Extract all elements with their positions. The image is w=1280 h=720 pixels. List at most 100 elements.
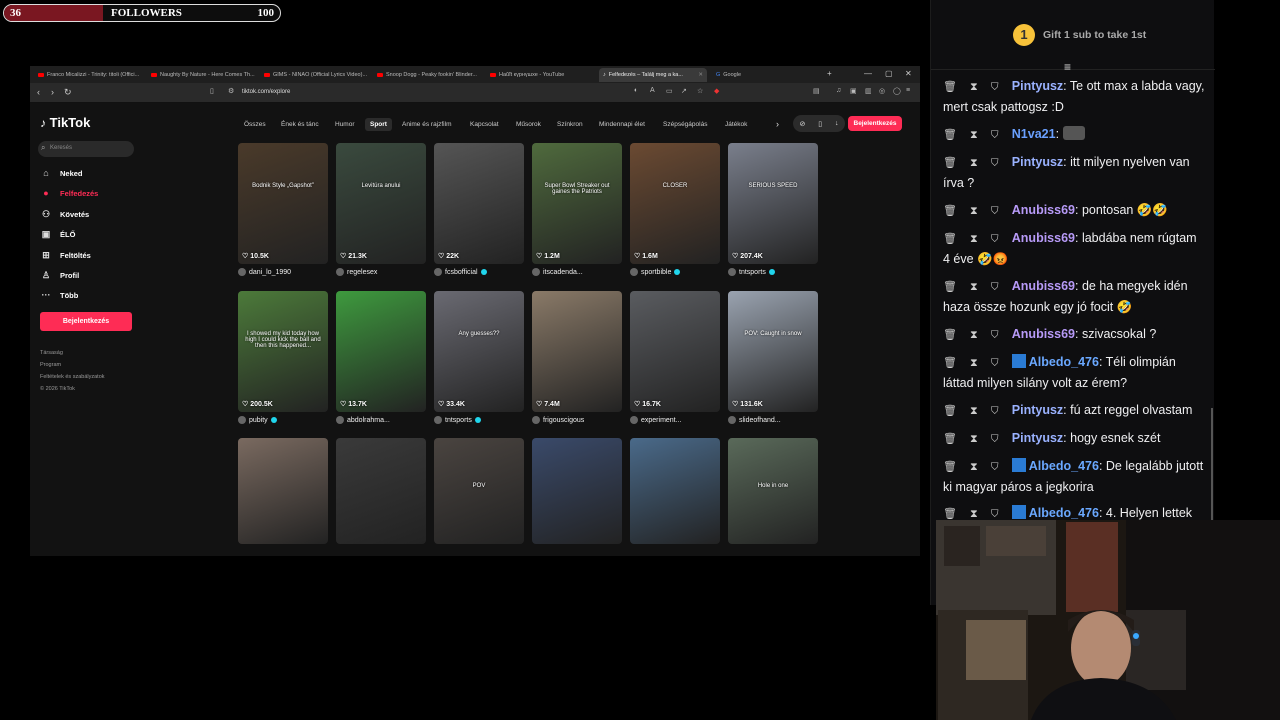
browser-tab[interactable]: GIMS - NINAO (Official Lyrics Video)... xyxy=(260,68,368,82)
mod-badges-icon[interactable]: 🗑 ⧗ ⛉ xyxy=(943,205,1012,217)
mod-badges-icon[interactable]: 🗑 ⧗ ⛉ xyxy=(943,461,1012,473)
share-icon[interactable]: ↗ xyxy=(681,87,687,95)
browser-tab[interactable]: G Google xyxy=(712,68,820,82)
video-thumbnail[interactable]: I showed my kid today how high I could k… xyxy=(238,291,328,412)
video-thumbnail[interactable]: Super Bowl Streaker out gaines the Patri… xyxy=(532,143,622,264)
browser-tab[interactable]: Naughty By Nature - Here Comes Th... xyxy=(147,68,255,82)
video-card[interactable]: ♡ 13.7K abdolrahma... xyxy=(336,291,426,424)
screen-icon[interactable]: ▭ xyxy=(666,87,673,95)
category-singing-dance[interactable]: Ének és tánc xyxy=(281,121,319,128)
video-card[interactable]: POV xyxy=(434,438,524,544)
browser-tab[interactable]: Snoop Dogg - Peaky fookin' Blinder... xyxy=(373,68,481,82)
category-shows[interactable]: Műsorok xyxy=(516,121,541,128)
translate-icon[interactable]: A xyxy=(650,87,655,94)
mod-badges-icon[interactable]: 🗑 ⧗ ⛉ xyxy=(943,281,1012,293)
mod-badges-icon[interactable]: 🗑 ⧗ ⛉ xyxy=(943,329,1012,341)
chat-username[interactable]: Anubiss69 xyxy=(1012,231,1075,245)
mod-badges-icon[interactable]: 🗑 ⧗ ⛉ xyxy=(943,433,1012,445)
gift-text[interactable]: Gift 1 sub to take 1st xyxy=(1043,29,1146,41)
mod-badges-icon[interactable]: 🗑 ⧗ ⛉ xyxy=(943,405,1012,417)
download-icon[interactable]: ↓ xyxy=(835,120,839,127)
video-thumbnail[interactable] xyxy=(336,438,426,544)
chat-username[interactable]: Anubiss69 xyxy=(1012,327,1075,341)
category-sport[interactable]: Sport xyxy=(365,118,392,131)
menu-item-profile[interactable]: ♙ Profil xyxy=(40,268,79,282)
video-thumbnail[interactable]: ♡ 16.7K xyxy=(630,291,720,412)
category-relationship[interactable]: Kapcsolat xyxy=(470,121,499,128)
video-author[interactable]: regelesex xyxy=(336,268,426,276)
video-author[interactable]: sportbible xyxy=(630,268,720,276)
close-tab-icon[interactable]: ✕ xyxy=(698,72,703,78)
video-thumbnail[interactable]: Bodnik Style „Gapshot” ♡ 10.5K xyxy=(238,143,328,264)
minimize-icon[interactable]: — xyxy=(864,69,872,78)
menu-item-explore[interactable]: ● Felfedezés xyxy=(40,186,98,200)
chat-username[interactable]: Pintyusz xyxy=(1012,155,1063,169)
browser-tab[interactable]: Наŭĭt күрнүшхе - YouTube xyxy=(486,68,594,82)
video-card[interactable]: ♡ 7.4M frigouscigous xyxy=(532,291,622,424)
star-icon[interactable]: ☆ xyxy=(697,87,703,95)
video-thumbnail[interactable]: POV xyxy=(434,438,524,544)
video-card[interactable]: SERIOUS SPEED ♡ 207.4K tntsports xyxy=(728,143,818,276)
site-info-icon[interactable]: ⚙ xyxy=(228,87,234,95)
video-card[interactable]: Super Bowl Streaker out gaines the Patri… xyxy=(532,143,622,276)
mod-badges-icon[interactable]: 🗑 ⧗ ⛉ xyxy=(943,233,1012,245)
video-thumbnail[interactable]: ♡ 22K xyxy=(434,143,524,264)
brave-shield-icon[interactable]: ◆ xyxy=(714,87,719,95)
chat-username[interactable]: Pintyusz xyxy=(1012,79,1063,93)
video-author[interactable]: frigouscigous xyxy=(532,416,622,424)
wallet-icon[interactable]: ▥ xyxy=(865,87,872,95)
chat-username[interactable]: Pintyusz xyxy=(1012,431,1063,445)
video-author[interactable]: abdolrahma... xyxy=(336,416,426,424)
video-card[interactable]: CLOSER ♡ 1.6M sportbible xyxy=(630,143,720,276)
video-thumbnail[interactable]: POV: Caught in snow ♡ 131.6K xyxy=(728,291,818,412)
mod-badges-icon[interactable]: 🗑 ⧗ ⛉ xyxy=(943,129,1012,141)
extension-icon[interactable]: ◐ xyxy=(634,87,638,94)
menu-item-upload[interactable]: ⊞ Feltöltés xyxy=(40,248,91,262)
music-icon[interactable]: ♫ xyxy=(836,87,841,94)
video-card[interactable]: I showed my kid today how high I could k… xyxy=(238,291,328,424)
video-thumbnail[interactable] xyxy=(630,438,720,544)
pinned-icon[interactable]: ≡ xyxy=(1064,60,1071,74)
video-card[interactable] xyxy=(532,438,622,544)
footer-company[interactable]: Társaság xyxy=(40,350,63,356)
video-thumbnail[interactable]: Levitúra anului ♡ 21.3K xyxy=(336,143,426,264)
login-button-top[interactable]: Bejelentkezés xyxy=(848,116,902,131)
chat-username[interactable]: N1va21 xyxy=(1012,127,1056,141)
chat-username[interactable]: Anubiss69 xyxy=(1012,279,1075,293)
category-anime[interactable]: Anime és rajzfilm xyxy=(402,121,451,128)
login-button-sidebar[interactable]: Bejelentkezés xyxy=(40,312,132,331)
menu-item-following[interactable]: ⚇ Követés xyxy=(40,207,89,221)
maximize-icon[interactable]: ▢ xyxy=(885,69,893,78)
video-card[interactable] xyxy=(630,438,720,544)
video-thumbnail[interactable]: CLOSER ♡ 1.6M xyxy=(630,143,720,264)
media-icon[interactable]: ▣ xyxy=(850,87,857,95)
footer-terms[interactable]: Feltételek és szabályzatok xyxy=(40,374,105,380)
video-card[interactable]: Any guesses?? ♡ 33.4K tntsports xyxy=(434,291,524,424)
video-thumbnail[interactable]: Any guesses?? ♡ 33.4K xyxy=(434,291,524,412)
video-card[interactable]: ♡ 16.7K experiment... xyxy=(630,291,720,424)
coin-icon[interactable]: ⊘ xyxy=(799,120,805,128)
mod-badges-icon[interactable]: 🗑 ⧗ ⛉ xyxy=(943,81,1012,93)
video-thumbnail[interactable] xyxy=(238,438,328,544)
mod-badges-icon[interactable]: 🗑 ⧗ ⛉ xyxy=(943,508,1012,520)
vpn-icon[interactable]: ◎ xyxy=(879,87,885,95)
chat-username[interactable]: Pintyusz xyxy=(1012,403,1063,417)
category-games[interactable]: Játékok xyxy=(725,121,747,128)
video-card[interactable] xyxy=(336,438,426,544)
video-author[interactable]: experiment... xyxy=(630,416,720,424)
new-tab-icon[interactable]: + xyxy=(827,69,832,78)
menu-item-more[interactable]: ··· Több xyxy=(40,288,79,302)
video-card[interactable]: Hole in one xyxy=(728,438,818,544)
mod-badges-icon[interactable]: 🗑 ⧗ ⛉ xyxy=(943,357,1012,369)
category-beauty[interactable]: Szépségápolás xyxy=(663,121,707,128)
forward-icon[interactable]: › xyxy=(51,87,54,97)
device-icon[interactable]: ▯ xyxy=(818,120,822,128)
tiktok-logo[interactable]: ♪ TikTok xyxy=(40,115,90,130)
chat-username[interactable]: Anubiss69 xyxy=(1012,203,1075,217)
browser-tab-active[interactable]: ♪ Felfedezés – Találj meg a ka... ✕ xyxy=(599,68,707,82)
video-author[interactable]: dani_lo_1990 xyxy=(238,268,328,276)
video-author[interactable]: tntsports xyxy=(434,416,524,424)
video-author[interactable]: itscadenda... xyxy=(532,268,622,276)
video-author[interactable]: pubity xyxy=(238,416,328,424)
video-thumbnail[interactable]: ♡ 13.7K xyxy=(336,291,426,412)
